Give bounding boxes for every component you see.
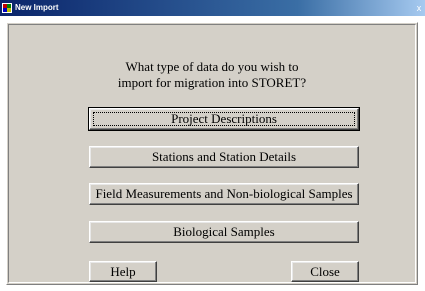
help-label: Help bbox=[110, 264, 136, 279]
dialog-frame: What type of data do you wish to import … bbox=[8, 24, 416, 283]
help-button[interactable]: Help bbox=[89, 261, 157, 282]
prompt-line-2: import for migration into STORET? bbox=[117, 75, 307, 90]
project-descriptions-button[interactable]: Project Descriptions bbox=[88, 107, 360, 131]
prompt-line-1: What type of data do you wish to bbox=[125, 59, 299, 74]
app-icon bbox=[2, 3, 12, 13]
project-descriptions-label: Project Descriptions bbox=[171, 111, 277, 126]
biological-samples-label: Biological Samples bbox=[173, 224, 275, 239]
close-label: Close bbox=[310, 264, 340, 279]
stations-button[interactable]: Stations and Station Details bbox=[89, 146, 359, 168]
biological-samples-button[interactable]: Biological Samples bbox=[89, 221, 359, 243]
close-window-icon[interactable]: x bbox=[415, 0, 423, 16]
window-title: New Import bbox=[15, 3, 59, 12]
title-bar[interactable]: New Import x bbox=[0, 0, 425, 16]
field-measurements-label: Field Measurements and Non-biological Sa… bbox=[95, 186, 353, 201]
close-button[interactable]: Close bbox=[291, 261, 359, 282]
new-import-window: New Import x What type of data do you wi… bbox=[0, 0, 425, 291]
dialog-body: What type of data do you wish to import … bbox=[6, 22, 418, 285]
stations-label: Stations and Station Details bbox=[151, 149, 297, 164]
field-measurements-button[interactable]: Field Measurements and Non-biological Sa… bbox=[89, 183, 359, 205]
